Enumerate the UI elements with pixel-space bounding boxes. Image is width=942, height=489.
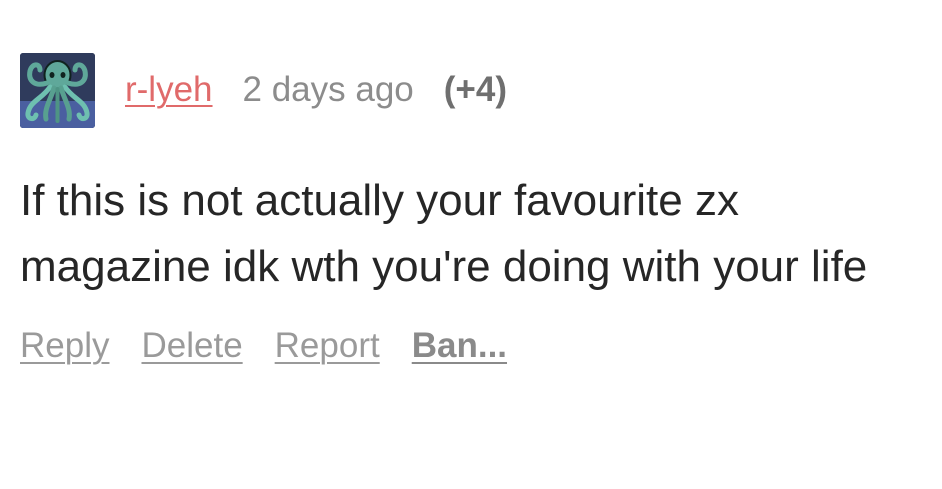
comment-body: If this is not actually your favourite z… — [20, 176, 868, 291]
octopus-avatar-icon — [20, 52, 95, 128]
ban-link[interactable]: Ban... — [412, 326, 507, 366]
report-link[interactable]: Report — [275, 326, 380, 366]
avatar[interactable] — [20, 52, 95, 128]
comment: r-lyeh 2 days ago (+4) If this is not ac… — [20, 52, 920, 366]
username-link[interactable]: r-lyeh — [125, 70, 213, 110]
score: (+4) — [443, 70, 507, 109]
comment-header: r-lyeh 2 days ago (+4) — [20, 52, 920, 128]
timestamp: 2 days ago — [242, 70, 414, 109]
delete-link[interactable]: Delete — [141, 326, 242, 366]
comment-actions: Reply Delete Report Ban... — [20, 326, 920, 366]
reply-link[interactable]: Reply — [20, 326, 109, 366]
